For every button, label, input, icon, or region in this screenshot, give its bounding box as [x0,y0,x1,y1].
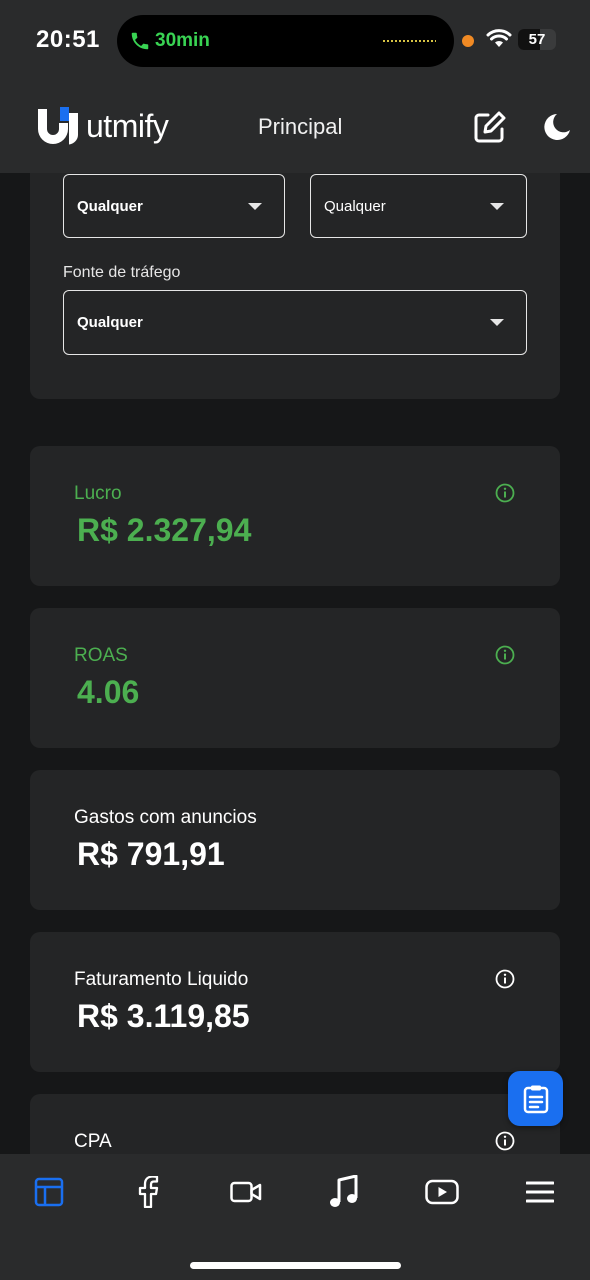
metric-card-lucro[interactable]: Lucro R$ 2.327,94 [30,446,560,586]
clipboard-fab-button[interactable] [508,1071,563,1126]
nav-video[interactable] [226,1172,266,1212]
info-icon[interactable] [495,969,515,989]
filter-select-2-value: Qualquer [324,197,386,215]
metric-label: Lucro [74,483,122,504]
metric-label: CPA [74,1131,112,1152]
filters-panel: Qualquer Qualquer Fonte de tráfego Qualq… [30,173,560,399]
metric-card-gastos[interactable]: Gastos com anuncios R$ 791,91 [30,770,560,910]
audio-waveform-icon [382,39,436,43]
brand-name: utmify [86,107,169,144]
phone-icon [131,32,149,50]
battery-level: 57 [528,31,546,48]
facebook-icon [138,1176,159,1208]
home-indicator[interactable] [190,1262,401,1269]
nav-menu[interactable] [520,1172,560,1212]
metric-label: ROAS [74,645,128,666]
music-note-icon [330,1175,358,1207]
edit-icon[interactable] [473,110,507,144]
youtube-icon [425,1179,459,1205]
chevron-down-icon [490,319,504,326]
status-time: 20:51 [36,26,100,53]
filter-select-1[interactable]: Qualquer [63,174,285,238]
metric-value: R$ 3.119,85 [77,998,250,1034]
utmify-logo-icon [38,107,78,145]
status-bar: 20:51 30min 57 [0,0,590,80]
info-icon[interactable] [495,1131,515,1151]
metric-value: R$ 2.327,94 [77,512,252,548]
wifi-icon [486,29,512,47]
app-header: utmify Principal [0,80,590,173]
battery-icon: 57 [518,29,556,50]
dashboard-icon [34,1177,64,1207]
traffic-source-label: Fonte de tráfego [63,264,181,281]
metric-value: R$ 791,91 [77,836,225,872]
page-title: Principal [258,114,343,139]
chevron-down-icon [490,203,504,210]
recording-dot-icon [462,35,474,47]
nav-youtube[interactable] [422,1172,462,1212]
nav-music[interactable] [324,1172,364,1212]
call-timer: 30min [155,30,210,51]
filter-select-2[interactable]: Qualquer [310,174,527,238]
traffic-source-value: Qualquer [77,314,143,331]
nav-facebook[interactable] [128,1172,168,1212]
metric-card-faturamento[interactable]: Faturamento Liquido R$ 3.119,85 [30,932,560,1072]
info-icon[interactable] [495,483,515,503]
metric-value: 4.06 [77,674,140,710]
info-icon[interactable] [495,645,515,665]
hamburger-menu-icon [526,1181,554,1203]
dark-mode-moon-icon[interactable] [540,110,574,144]
call-indicator[interactable]: 30min [129,27,210,55]
traffic-source-select[interactable]: Qualquer [63,290,527,355]
chevron-down-icon [248,203,262,210]
metric-label: Faturamento Liquido [74,969,249,990]
clipboard-icon [523,1085,548,1113]
video-camera-icon [230,1181,262,1203]
filter-select-1-value: Qualquer [77,197,143,215]
nav-dashboard[interactable] [29,1172,69,1212]
metric-label: Gastos com anuncios [74,807,257,828]
dynamic-island[interactable]: 30min [117,15,454,67]
brand-logo[interactable]: utmify [38,107,169,145]
metric-card-roas[interactable]: ROAS 4.06 [30,608,560,748]
